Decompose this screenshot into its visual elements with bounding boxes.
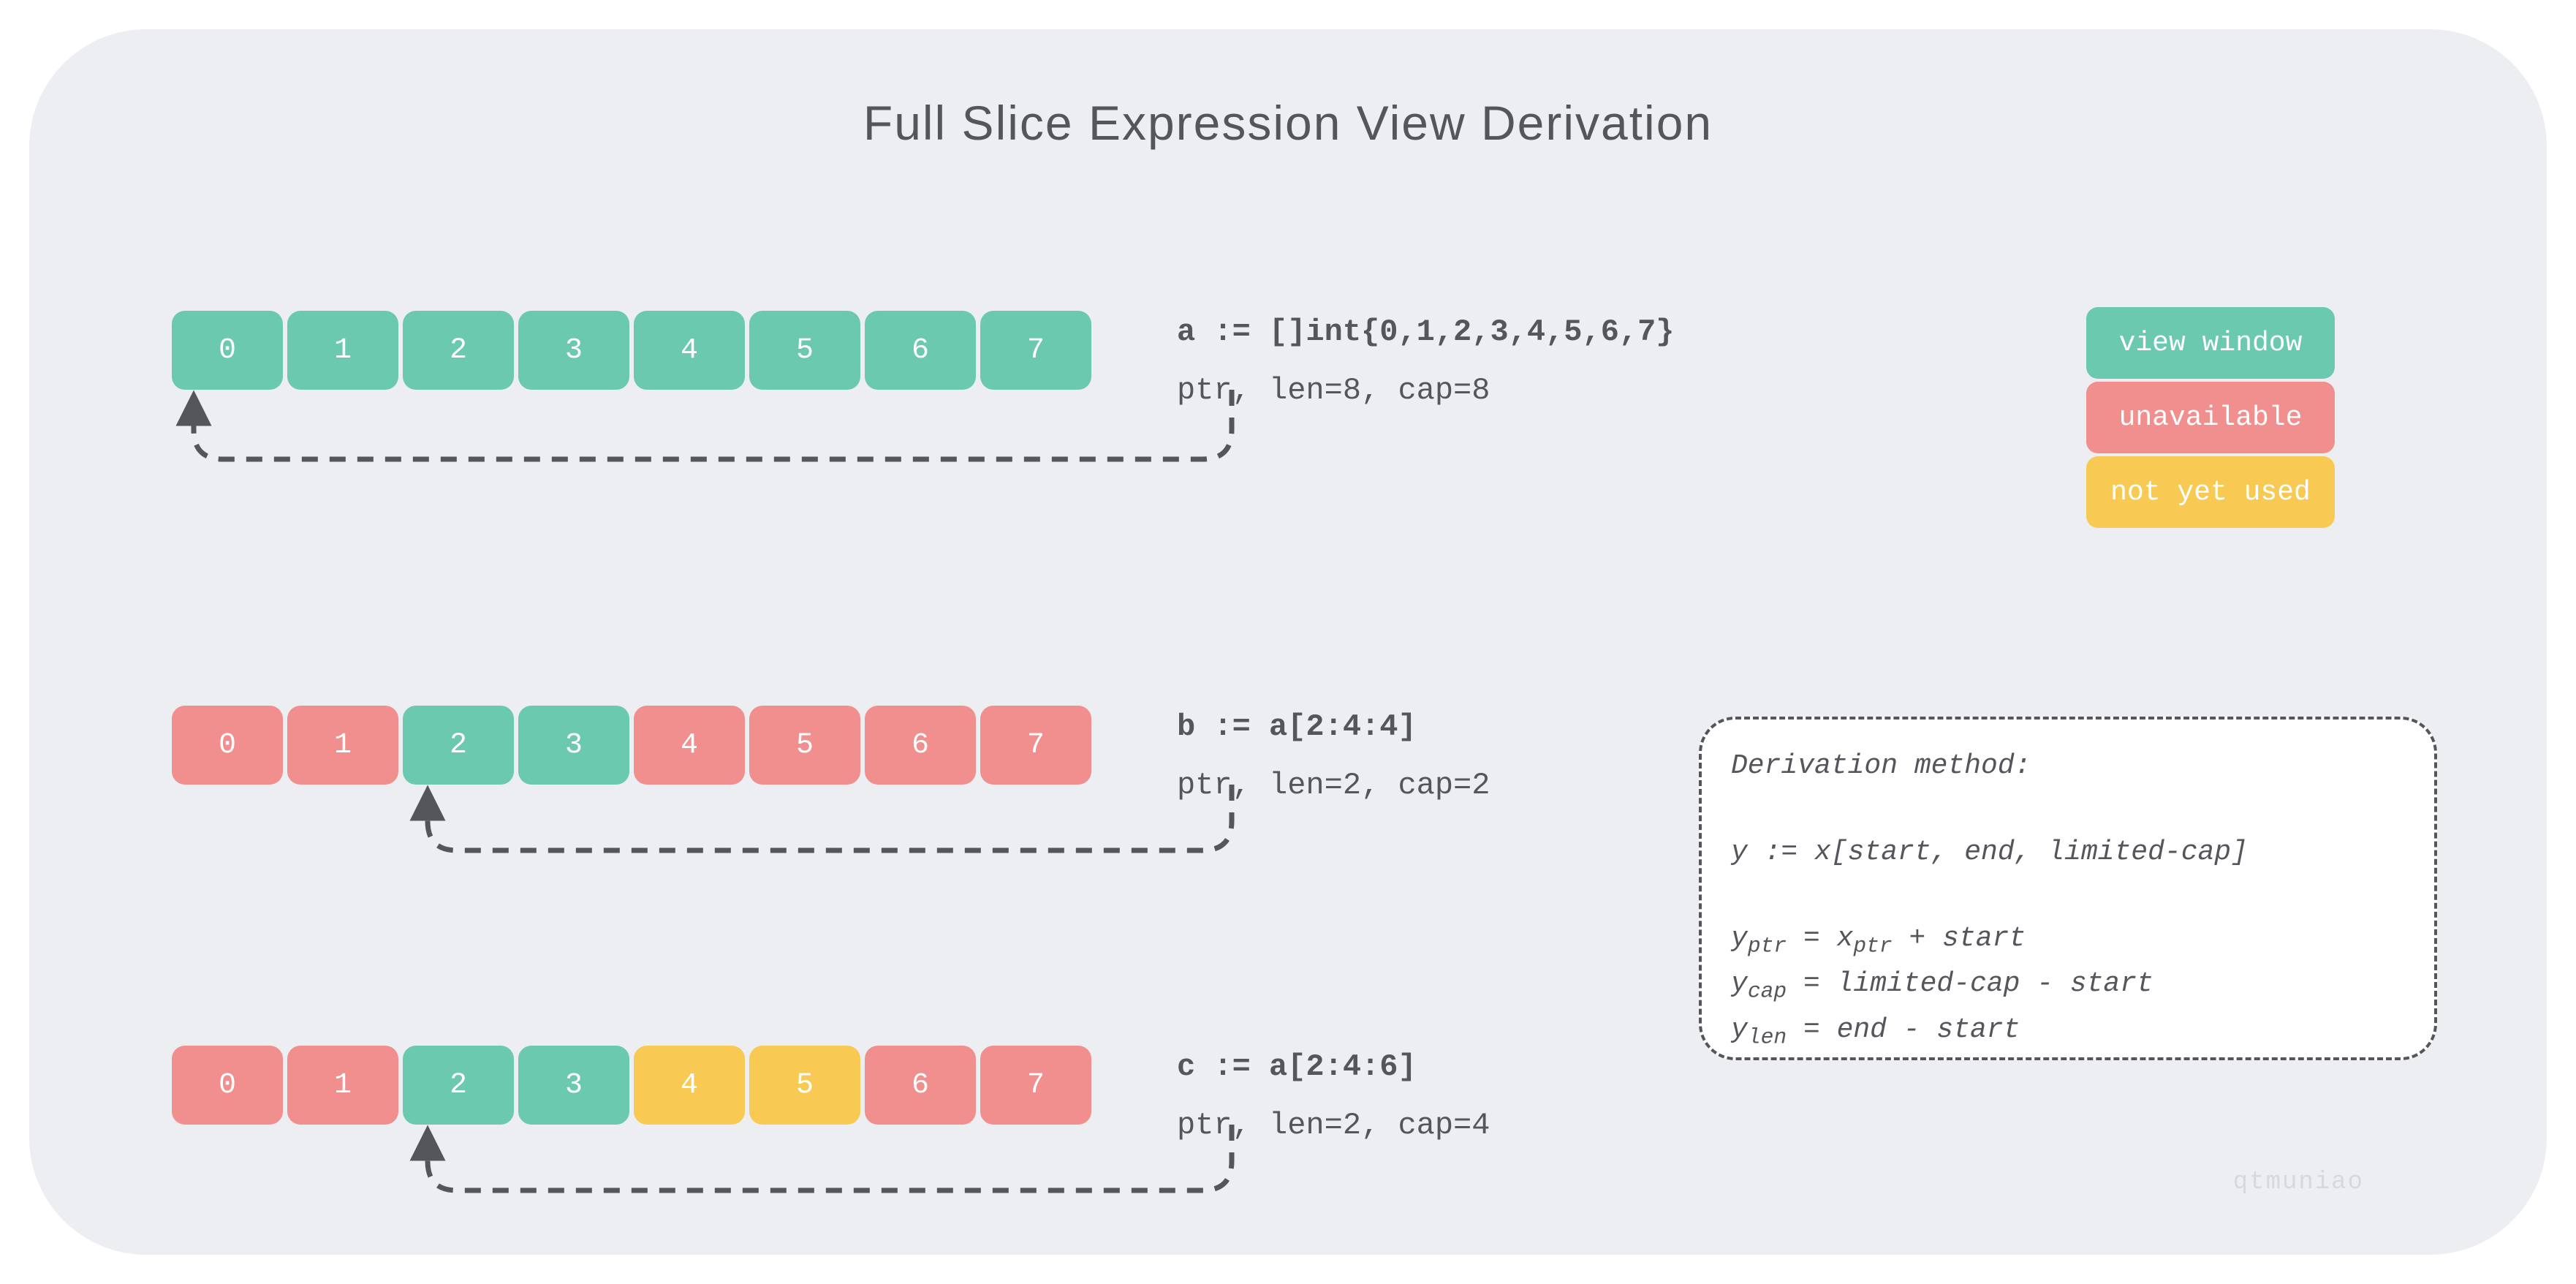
cell: 6 — [865, 706, 976, 785]
ptr-arrow-c — [172, 1125, 1414, 1242]
legend-unavailable: unavailable — [2086, 382, 2335, 453]
cell: 4 — [634, 311, 745, 390]
cell: 3 — [518, 311, 629, 390]
cell: 3 — [518, 1046, 629, 1125]
derivation-box: Derivation method: y := x[start, end, li… — [1699, 717, 2437, 1060]
cell: 5 — [749, 706, 860, 785]
derivation-heading: Derivation method: — [1731, 745, 2405, 788]
cell: 7 — [980, 311, 1091, 390]
cell: 1 — [287, 1046, 398, 1125]
diagram-title: Full Slice Expression View Derivation — [29, 95, 2547, 151]
canvas: Full Slice Expression View Derivation 01… — [0, 0, 2576, 1284]
cell: 0 — [172, 1046, 283, 1125]
legend-view-window: view window — [2086, 307, 2335, 379]
derivation-line: yptr = xptr + start — [1731, 918, 2405, 964]
legend-not-yet-used: not yet used — [2086, 456, 2335, 528]
ptr-arrow-b — [172, 785, 1414, 902]
diagram-panel: Full Slice Expression View Derivation 01… — [29, 29, 2547, 1255]
derivation-expr: y := x[start, end, limited-cap] — [1731, 831, 2405, 875]
cell: 4 — [634, 706, 745, 785]
derivation-line: ycap = limited-cap - start — [1731, 963, 2405, 1009]
derivation-lines: yptr = xptr + startycap = limited-cap - … — [1731, 918, 2405, 1055]
cell: 1 — [287, 706, 398, 785]
cell: 2 — [403, 706, 514, 785]
cell: 1 — [287, 311, 398, 390]
strip-c: 01234567 — [172, 1046, 1091, 1125]
ptr-arrow-a — [172, 390, 1414, 507]
cell: 6 — [865, 1046, 976, 1125]
strip-b: 01234567 — [172, 706, 1091, 785]
cell: 5 — [749, 311, 860, 390]
cell: 7 — [980, 706, 1091, 785]
cell: 4 — [634, 1046, 745, 1125]
legend: view window unavailable not yet used — [2086, 307, 2335, 531]
cell: 0 — [172, 311, 283, 390]
strip-a: 01234567 — [172, 311, 1091, 390]
watermark: qtmuniao — [2233, 1168, 2364, 1196]
cell: 5 — [749, 1046, 860, 1125]
cell: 6 — [865, 311, 976, 390]
cell: 2 — [403, 1046, 514, 1125]
cell: 7 — [980, 1046, 1091, 1125]
cell: 3 — [518, 706, 629, 785]
cell: 0 — [172, 706, 283, 785]
cell: 2 — [403, 311, 514, 390]
derivation-line: ylen = end - start — [1731, 1009, 2405, 1055]
